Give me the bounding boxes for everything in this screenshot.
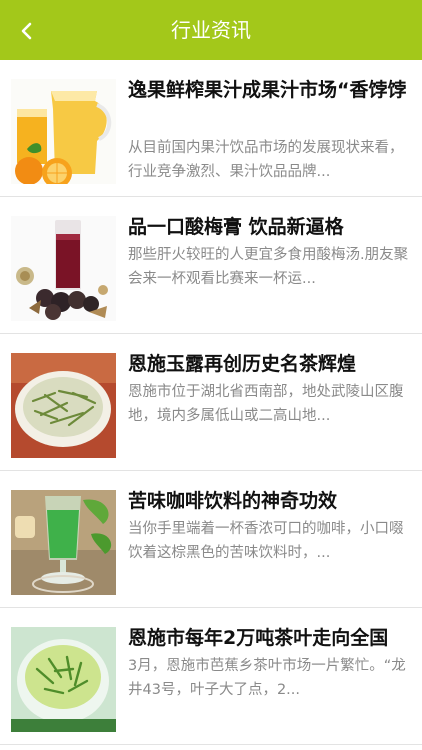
news-list: 逸果鲜榨果汁成果汁市场“香饽饽 从目前国内果汁饮品市场的发展现状来看，行业竞争激… <box>0 60 422 745</box>
news-thumbnail-tea-leaves-bowl <box>11 353 116 458</box>
news-item[interactable]: 逸果鲜榨果汁成果汁市场“香饽饽 从目前国内果汁饮品市场的发展现状来看，行业竞争激… <box>0 60 422 197</box>
news-thumbnail-green-drink-glass <box>11 490 116 595</box>
news-summary: 恩施市位于湖北省西南部，地处武陵山区腹地，境内多属低山或二高山地... <box>128 384 404 424</box>
news-item[interactable]: 品一口酸梅膏 饮品新逼格 那些肝火较旺的人更宜多食用酸梅汤.朋友聚会来一杯观看比… <box>0 197 422 334</box>
news-item[interactable]: 苦味咖啡饮料的神奇功效 当你手里端着一杯香浓可口的咖啡，小口啜饮着这棕黑色的苦味… <box>0 471 422 608</box>
news-thumbnail-green-tea-cup <box>11 627 116 732</box>
news-summary: 当你手里端着一杯香浓可口的咖啡，小口啜饮着这棕黑色的苦味饮料时，... <box>128 521 404 561</box>
news-item[interactable]: 恩施玉露再创历史名茶辉煌 恩施市位于湖北省西南部，地处武陵山区腹地，境内多属低山… <box>0 334 422 471</box>
news-summary: 从目前国内果汁饮品市场的发展现状来看，行业竞争激烈、果汁饮品品牌... <box>128 140 404 180</box>
news-title[interactable]: 恩施市每年2万吨茶叶走向全国 <box>128 625 410 651</box>
page-title: 行业资讯 <box>171 18 251 42</box>
news-summary: 3月，恩施市芭蕉乡茶叶市场一片繁忙。“龙井43号，叶子大了点，2... <box>128 658 406 698</box>
news-thumbnail-sour-plum-drink <box>11 216 116 321</box>
news-summary: 那些肝火较旺的人更宜多食用酸梅汤.朋友聚会来一杯观看比赛来一杯运... <box>128 247 409 287</box>
news-item[interactable]: 恩施市每年2万吨茶叶走向全国 3月，恩施市芭蕉乡茶叶市场一片繁忙。“龙井43号，… <box>0 608 422 745</box>
header-bar: 行业资讯 <box>0 0 422 60</box>
news-title[interactable]: 苦味咖啡饮料的神奇功效 <box>128 488 410 514</box>
news-title[interactable]: 品一口酸梅膏 饮品新逼格 <box>128 214 410 240</box>
news-title[interactable]: 逸果鲜榨果汁成果汁市场“香饽饽 <box>128 77 410 103</box>
news-title[interactable]: 恩施玉露再创历史名茶辉煌 <box>128 351 410 377</box>
news-thumbnail-orange-juice <box>11 79 116 184</box>
